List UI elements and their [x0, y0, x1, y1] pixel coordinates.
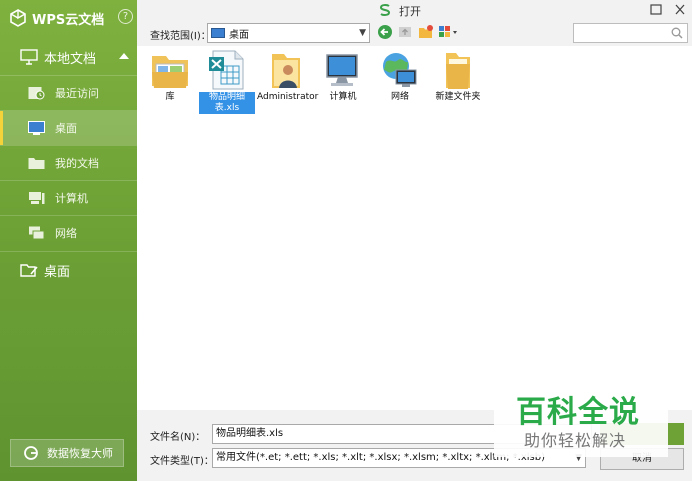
local-docs-section[interactable]: 本地文档 — [0, 40, 137, 74]
network-icon — [383, 53, 417, 87]
file-item-label: 库 — [165, 92, 175, 102]
watermark-title: 百科全说 — [516, 395, 640, 430]
title-bar: 打开 — [137, 0, 692, 20]
computer-icon — [326, 54, 358, 86]
file-item-library[interactable]: 库 — [142, 50, 198, 103]
sidebar-item-label: 最近访问 — [55, 87, 99, 100]
up-folder-icon[interactable] — [397, 24, 413, 40]
divider — [0, 251, 137, 252]
recovery-icon — [24, 446, 38, 460]
back-icon[interactable] — [377, 24, 393, 40]
desktop-section[interactable]: 桌面 — [0, 253, 137, 287]
filetype-label: 文件类型(T)： — [150, 456, 214, 467]
filename-label: 文件名(N)： — [150, 432, 206, 443]
wps-cloud-logo-icon — [10, 9, 26, 27]
sidebar-item-computer[interactable]: 计算机 — [0, 181, 137, 215]
recent-icon — [28, 87, 45, 100]
file-item-new-folder[interactable]: 新建文件夹 — [429, 50, 487, 103]
file-item-label: Administrator — [257, 92, 319, 102]
lookin-select[interactable]: 桌面 ▼ — [207, 23, 370, 43]
computer-icon — [29, 192, 45, 204]
watermark-subtitle: 助你轻松解决 — [524, 431, 627, 450]
open-dialog: 打开 查找范围(I)： 桌面 ▼ 库 物品明细表.xls Administrat… — [137, 0, 692, 481]
toolbar: 查找范围(I)： 桌面 ▼ — [137, 21, 692, 45]
lookin-label: 查找范围(I)： — [150, 31, 211, 42]
excel-file-icon — [209, 50, 244, 90]
help-icon[interactable]: ? — [118, 9, 133, 24]
desktop-icon — [28, 121, 45, 135]
edit-folder-icon — [20, 264, 38, 277]
sidebar-item-label: 桌面 — [55, 122, 77, 135]
file-item-administrator[interactable]: Administrator — [256, 50, 319, 103]
sidebar: WPS云文档 ? 本地文档 最近访问 桌面 我的文档 计算机 网络 桌面 数据恢… — [0, 0, 137, 481]
folder-icon — [28, 158, 45, 169]
sidebar-item-recent[interactable]: 最近访问 — [0, 76, 137, 110]
sidebar-item-desktop[interactable]: 桌面 — [0, 111, 137, 145]
search-input[interactable] — [573, 23, 688, 43]
file-item-label: 计算机 — [329, 92, 357, 102]
file-item-label: 物品明细表.xls — [199, 92, 255, 114]
new-folder-icon[interactable] — [418, 24, 434, 40]
view-menu-icon[interactable] — [438, 24, 460, 40]
brand: WPS云文档 ? — [8, 6, 133, 30]
file-item-label: 网络 — [390, 92, 409, 102]
dialog-title: 打开 — [399, 5, 421, 18]
data-recovery-label: 数据恢复大师 — [47, 447, 113, 460]
maximize-icon[interactable] — [648, 2, 664, 18]
file-item-xls[interactable]: 物品明细表.xls — [199, 50, 255, 114]
brand-name: WPS云文档 — [32, 12, 105, 28]
file-item-network[interactable]: 网络 — [372, 50, 428, 103]
library-icon — [152, 56, 188, 88]
wps-s-logo-icon — [379, 4, 391, 16]
sidebar-item-label: 我的文档 — [55, 157, 99, 170]
sidebar-item-label: 计算机 — [55, 192, 88, 205]
sidebar-item-my-documents[interactable]: 我的文档 — [0, 146, 137, 180]
search-icon[interactable] — [671, 27, 683, 39]
lookin-value: 桌面 — [229, 29, 249, 41]
desktop-section-label: 桌面 — [44, 264, 71, 280]
user-folder-icon — [272, 54, 300, 88]
desktop-icon — [211, 28, 225, 38]
close-icon[interactable] — [672, 2, 688, 18]
sidebar-item-label: 网络 — [55, 227, 77, 240]
chevron-down-icon: ▼ — [359, 28, 366, 38]
filename-value: 物品明细表.xls — [216, 428, 284, 439]
folder-icon — [446, 53, 470, 89]
sidebar-item-network[interactable]: 网络 — [0, 216, 137, 250]
local-docs-label: 本地文档 — [44, 51, 97, 67]
watermark: 百科全说 助你轻松解决 — [494, 383, 668, 457]
monitor-icon — [20, 49, 38, 65]
file-item-label: 新建文件夹 — [435, 92, 481, 102]
file-list: 库 物品明细表.xls Administrator 计算机 网络 新建文件夹 — [137, 46, 692, 410]
network-icon — [29, 226, 45, 240]
data-recovery-button[interactable]: 数据恢复大师 — [10, 439, 124, 467]
file-item-computer[interactable]: 计算机 — [315, 50, 371, 103]
collapse-caret-icon[interactable] — [119, 53, 129, 59]
